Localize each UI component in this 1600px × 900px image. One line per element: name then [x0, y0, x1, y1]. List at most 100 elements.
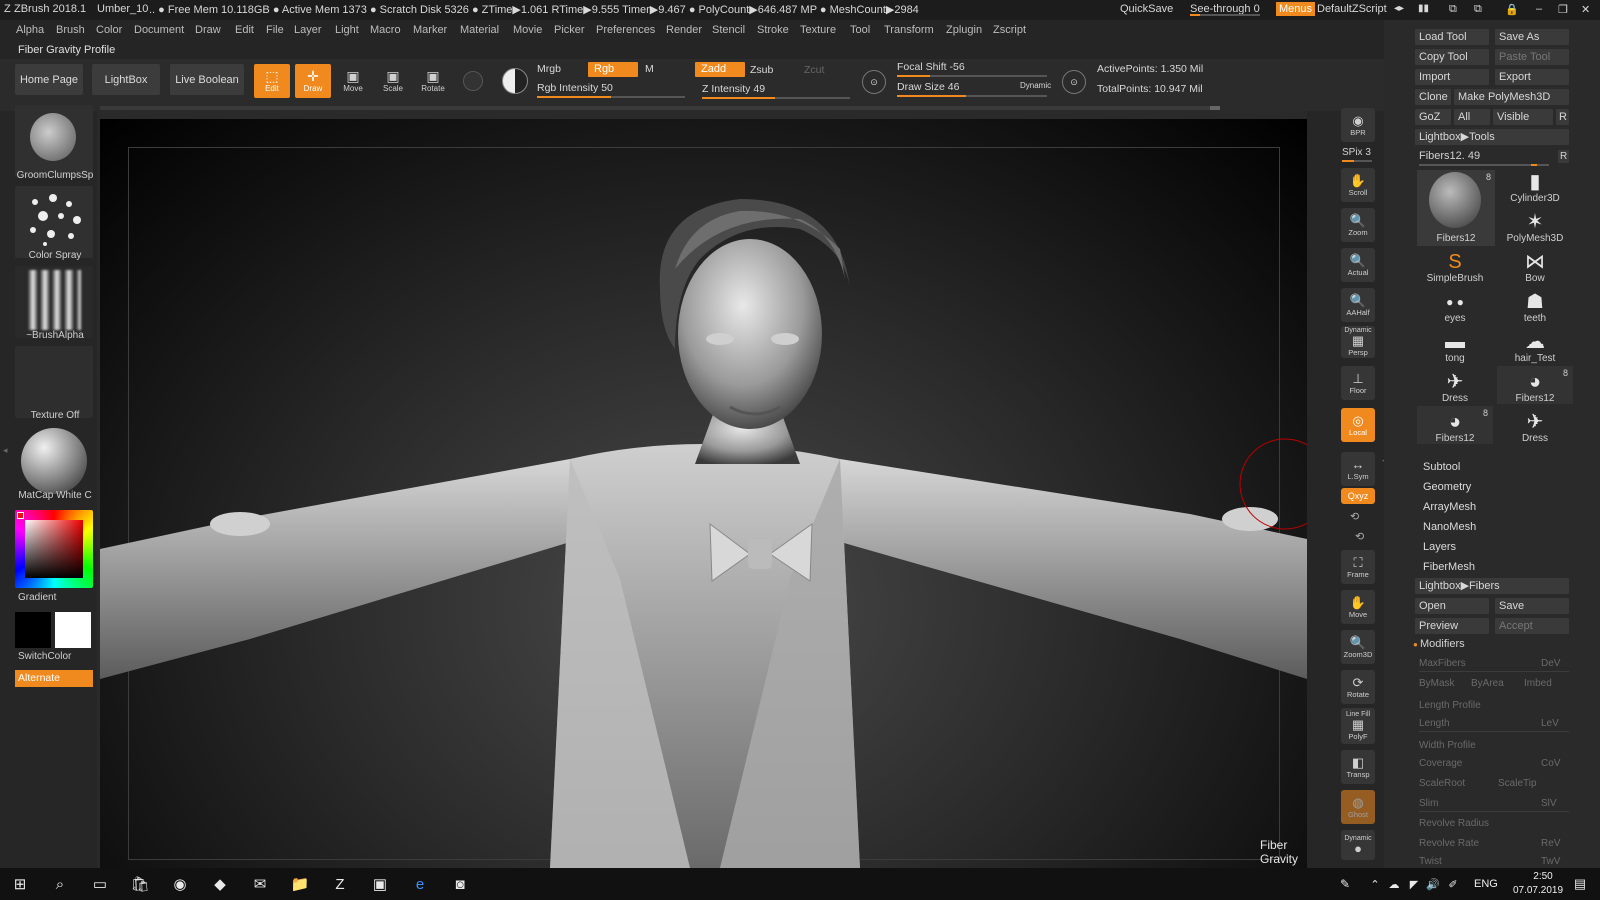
stroke-thumbnail[interactable] [15, 186, 93, 258]
z-intensity-slider[interactable]: Z Intensity 49 [702, 83, 765, 95]
menu-zscript[interactable]: Zscript [993, 24, 1026, 36]
alpha-thumbnail[interactable] [15, 266, 93, 338]
maxfibers-slider[interactable]: MaxFibers [1419, 658, 1466, 669]
mail-icon[interactable]: ✉ [248, 873, 272, 895]
app-tile-icon[interactable]: ▣ [368, 873, 392, 895]
alternate-button[interactable]: Alternate [15, 670, 93, 687]
file-explorer-icon[interactable]: 📁 [288, 873, 312, 895]
layers-section[interactable]: Layers [1423, 541, 1456, 553]
zoom3d-button[interactable]: 🔍 Zoom3D [1341, 630, 1375, 664]
edge-icon[interactable]: e [408, 873, 432, 895]
rotate-view-button[interactable]: ⟳ Rotate [1341, 670, 1375, 704]
ghost-button[interactable]: ◍ Ghost [1341, 790, 1375, 824]
close-icon[interactable]: ✕ [1581, 3, 1590, 16]
menu-edit[interactable]: Edit [235, 24, 254, 36]
menus-toggle[interactable]: Menus [1276, 2, 1316, 16]
lsym-button[interactable]: ↔ L.Sym [1341, 452, 1375, 486]
length-profile-curve[interactable]: Length Profile [1419, 700, 1481, 711]
tool-slot-polymesh3d[interactable]: ✶ PolyMesh3D [1497, 206, 1573, 244]
window-stack-icon[interactable]: ⧉ [1474, 3, 1482, 16]
menu-layer[interactable]: Layer [294, 24, 322, 36]
modifiers-section[interactable]: Modifiers [1420, 638, 1465, 650]
goz-all-button[interactable]: All [1454, 109, 1490, 125]
texture-thumbnail[interactable] [15, 346, 93, 418]
zoom-button[interactable]: 🔍 Zoom [1341, 208, 1375, 242]
color-picker[interactable] [15, 510, 93, 588]
left-collapse-icon[interactable]: ◂ [3, 445, 8, 456]
taskbar-search-icon[interactable]: ⌕ [48, 873, 72, 895]
minimize-icon[interactable]: – [1536, 3, 1542, 15]
coverage-slider[interactable]: Coverage [1419, 758, 1462, 769]
lightbox-fibers-button[interactable]: Lightbox▶Fibers [1415, 578, 1569, 594]
layout-icon[interactable]: ◂▸ [1394, 3, 1404, 14]
persp-button[interactable]: Dynamic ▦ Persp [1341, 326, 1375, 358]
chrome-icon[interactable]: ◉ [168, 873, 192, 895]
tool-slot-cylinder3d[interactable]: ▮ Cylinder3D [1497, 166, 1573, 204]
bpr-button[interactable]: ◉ BPR [1341, 108, 1375, 142]
pen-icon[interactable]: ✎ [1333, 873, 1357, 895]
tool-slot-eyes[interactable]: ● ● eyes [1417, 286, 1493, 324]
window-swap-icon[interactable]: ⧉ [1449, 3, 1457, 16]
menu-draw[interactable]: Draw [195, 24, 221, 36]
fibermesh-section[interactable]: FiberMesh [1423, 561, 1475, 573]
rgb-intensity-slider[interactable]: Rgb Intensity 50 [537, 82, 613, 94]
menu-movie[interactable]: Movie [513, 24, 542, 36]
local-button[interactable]: ◎ Local [1341, 408, 1375, 442]
secondary-color-swatch[interactable] [55, 612, 91, 648]
imbed-slider[interactable]: Imbed [1524, 678, 1552, 689]
draw-size-slider[interactable]: Draw Size 46 [897, 81, 959, 93]
menu-file[interactable]: File [266, 24, 284, 36]
store-icon[interactable]: 🛍 [128, 873, 152, 895]
media-app-icon[interactable]: ◙ [448, 873, 472, 895]
menu-stencil[interactable]: Stencil [712, 24, 745, 36]
scale-mode-button[interactable]: ▣ Scale [375, 64, 411, 98]
frame-button[interactable]: ⛶ Frame [1341, 550, 1375, 584]
cov-slider[interactable]: CoV [1541, 758, 1560, 769]
menu-picker[interactable]: Picker [554, 24, 585, 36]
tool-slot-fibers12[interactable]: 8 Fibers12 [1417, 170, 1495, 246]
color-material-icon[interactable] [502, 68, 528, 94]
actual-button[interactable]: 🔍 Actual [1341, 248, 1375, 282]
menu-material[interactable]: Material [460, 24, 499, 36]
sphere-brush-icon[interactable] [463, 71, 483, 91]
byarea-slider[interactable]: ByArea [1471, 678, 1504, 689]
geometry-section[interactable]: Geometry [1423, 481, 1471, 493]
subtool-section[interactable]: Subtool [1423, 461, 1460, 473]
material-thumbnail[interactable] [15, 426, 93, 498]
slim-slider[interactable]: Slim [1419, 798, 1438, 809]
shelf-scrollbar[interactable] [100, 106, 1220, 110]
brush-thumbnail[interactable] [15, 105, 93, 177]
palette-icon[interactable]: ▮▮ [1418, 3, 1429, 14]
menu-transform[interactable]: Transform [884, 24, 934, 36]
tool-slot-tong[interactable]: ▬ tong [1417, 326, 1493, 364]
arraymesh-section[interactable]: ArrayMesh [1423, 501, 1476, 513]
rev-slider[interactable]: ReV [1541, 838, 1560, 849]
load-tool-button[interactable]: Load Tool [1415, 29, 1489, 45]
main-color-swatch[interactable] [15, 612, 51, 648]
epic-games-icon[interactable]: ◆ [208, 873, 232, 895]
floor-button[interactable]: ⊥ Floor [1341, 366, 1375, 400]
default-zscript-button[interactable]: DefaultZScript [1317, 3, 1387, 15]
import-button[interactable]: Import [1415, 69, 1489, 85]
slv-slider[interactable]: SlV [1541, 798, 1557, 809]
tool-slot-bow[interactable]: ⋈ Bow [1497, 246, 1573, 284]
xyz-button[interactable]: Qxyz [1341, 488, 1375, 504]
menu-brush[interactable]: Brush [56, 24, 85, 36]
dev-slider[interactable]: DeV [1541, 658, 1560, 669]
twv-slider[interactable]: TwV [1541, 856, 1560, 867]
tool-r-button[interactable]: R [1558, 150, 1570, 163]
tool-slot-simplebrush[interactable]: S SimpleBrush [1417, 246, 1493, 284]
clone-button[interactable]: Clone [1415, 89, 1451, 105]
input-language[interactable]: ENG [1474, 878, 1498, 890]
tool-slot-hair-test[interactable]: ☁ hair_Test [1497, 326, 1573, 364]
menu-marker[interactable]: Marker [413, 24, 447, 36]
nanomesh-section[interactable]: NanoMesh [1423, 521, 1476, 533]
lightbox-button[interactable]: LightBox [92, 64, 160, 95]
move-view-button[interactable]: ✋ Move [1341, 590, 1375, 624]
dynamic-button[interactable]: Dynamic [1020, 81, 1051, 90]
move-mode-button[interactable]: ▣ Move [335, 64, 371, 98]
d-mode-icon[interactable]: ⊙ [1062, 70, 1086, 94]
scaletip-slider[interactable]: ScaleTip [1498, 778, 1537, 789]
width-profile-curve[interactable]: Width Profile [1419, 740, 1476, 751]
menu-preferences[interactable]: Preferences [596, 24, 655, 36]
